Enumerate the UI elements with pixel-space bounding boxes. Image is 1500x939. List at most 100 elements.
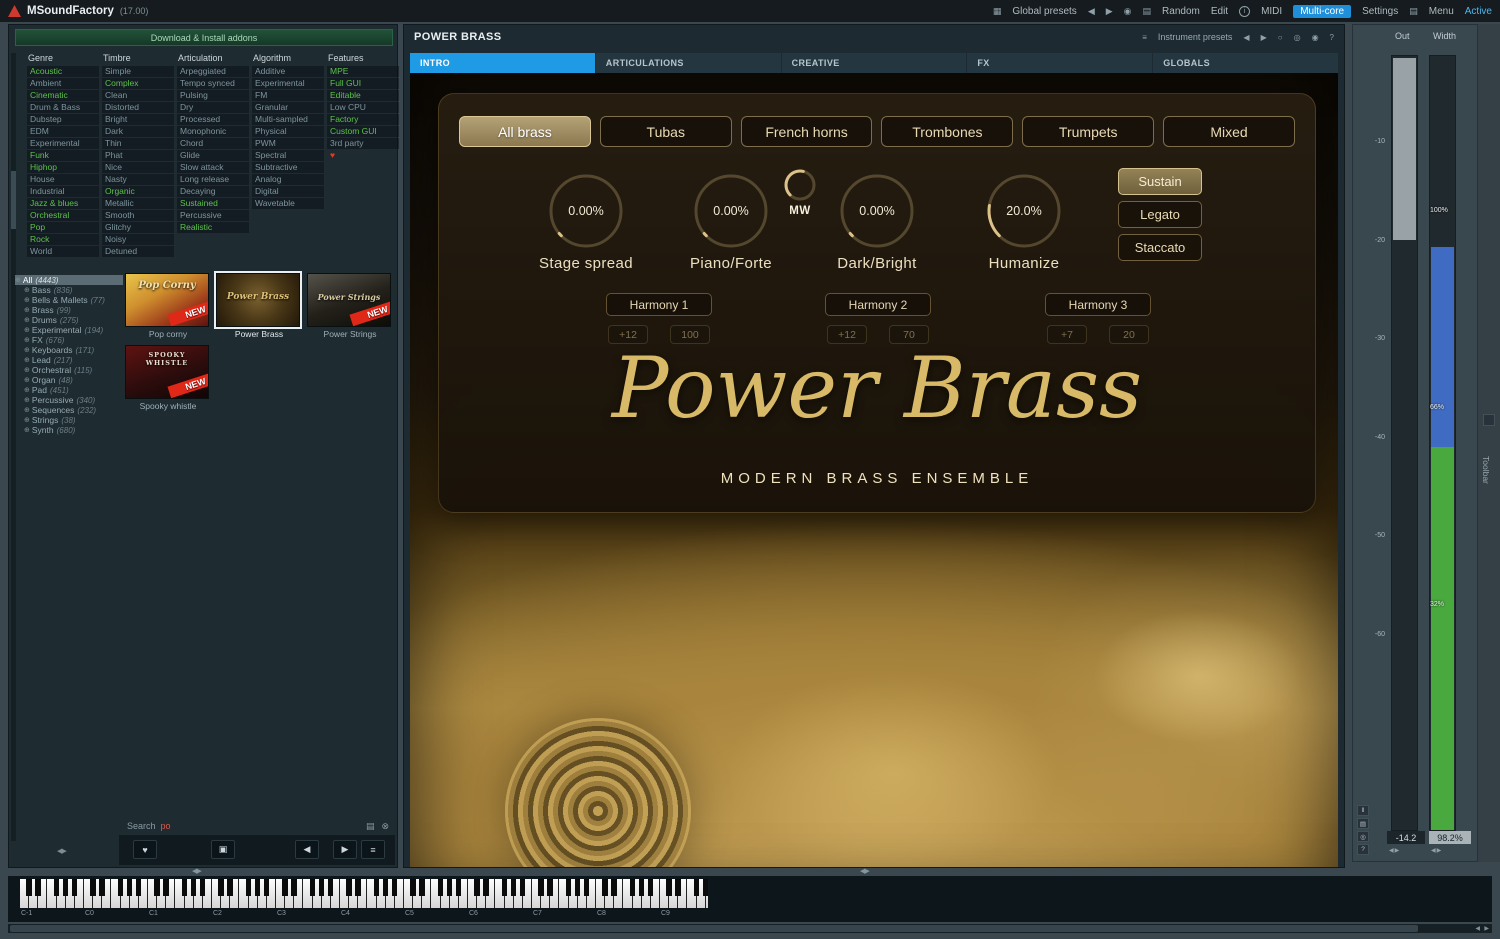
tubas-button[interactable]: Tubas — [600, 116, 732, 147]
width-meter-range-arrows[interactable]: ◀▶ — [1431, 847, 1442, 854]
tag-slow-attack[interactable]: Slow attack — [177, 162, 249, 173]
tag-world[interactable]: World — [27, 246, 99, 257]
show-images-button[interactable]: ▣ — [211, 840, 235, 859]
tab-articulations[interactable]: ARTICULATIONS — [596, 53, 781, 73]
tag-chord[interactable]: Chord — [177, 138, 249, 149]
piano-key-black[interactable] — [310, 879, 316, 896]
tree-item-lead[interactable]: ⊕Lead(217) — [15, 355, 123, 365]
out-meter[interactable] — [1391, 55, 1418, 831]
tree-item-orchestral[interactable]: ⊕Orchestral(115) — [15, 365, 123, 375]
all-brass-button[interactable]: All brass — [459, 116, 591, 147]
piano-key-black[interactable] — [666, 879, 672, 896]
piano-key-black[interactable] — [630, 879, 636, 896]
piano-key-black[interactable] — [538, 879, 544, 896]
tag-drum-bass[interactable]: Drum & Bass — [27, 102, 99, 113]
tag-noisy[interactable]: Noisy — [102, 234, 174, 245]
piano-key-black[interactable] — [410, 879, 416, 896]
meter-pause-button[interactable]: ‖ — [1357, 805, 1369, 816]
settings-button[interactable]: Settings — [1362, 6, 1398, 17]
tag-clean[interactable]: Clean — [102, 90, 174, 101]
multicore-button[interactable]: Multi-core — [1293, 5, 1351, 18]
tag-custom-gui[interactable]: Custom GUI — [327, 126, 399, 137]
tag-additive[interactable]: Additive — [252, 66, 324, 77]
sustain-button[interactable]: Sustain — [1118, 168, 1202, 195]
piano-key-black[interactable] — [200, 879, 206, 896]
tag-low-cpu[interactable]: Low CPU — [327, 102, 399, 113]
piano-key-black[interactable] — [456, 879, 462, 896]
tag-sustained[interactable]: Sustained — [177, 198, 249, 209]
tree-resize-handle[interactable]: ◀▶ — [57, 847, 66, 855]
piano-key-black[interactable] — [566, 879, 572, 896]
horizontal-scrollbar-handle[interactable] — [10, 925, 1418, 932]
midi-button[interactable]: MIDI — [1261, 6, 1282, 17]
next-global-preset-icon[interactable]: ▶ — [1106, 6, 1113, 17]
tree-item-brass[interactable]: ⊕Brass(99) — [15, 305, 123, 315]
tag-thin[interactable]: Thin — [102, 138, 174, 149]
tag-factory[interactable]: Factory — [327, 114, 399, 125]
tag-pop[interactable]: Pop — [27, 222, 99, 233]
mod-wheel-knob[interactable]: MW — [770, 168, 830, 217]
width-meter[interactable] — [1429, 55, 1456, 831]
piano-key-black[interactable] — [319, 879, 325, 896]
tag-processed[interactable]: Processed — [177, 114, 249, 125]
search-clear-icon[interactable]: ⊗ — [381, 821, 389, 832]
tag-dubstep[interactable]: Dubstep — [27, 114, 99, 125]
tag-cinematic[interactable]: Cinematic — [27, 90, 99, 101]
melda-logo-icon[interactable] — [8, 5, 21, 17]
tag-distorted[interactable]: Distorted — [102, 102, 174, 113]
tab-globals[interactable]: GLOBALS — [1153, 53, 1338, 73]
knob-humanize[interactable]: 20.0%Humanize — [954, 173, 1094, 272]
tag-granular[interactable]: Granular — [252, 102, 324, 113]
piano-key-black[interactable] — [675, 879, 681, 896]
piano-key-black[interactable] — [584, 879, 590, 896]
favorite-button[interactable]: ♥ — [133, 840, 157, 859]
instrument-presets-button[interactable]: Instrument presets — [1158, 32, 1233, 42]
tag-pulsing[interactable]: Pulsing — [177, 90, 249, 101]
tag-tempo-synced[interactable]: Tempo synced — [177, 78, 249, 89]
tag-edm[interactable]: EDM — [27, 126, 99, 137]
tree-item-sequences[interactable]: ⊕Sequences(232) — [15, 405, 123, 415]
tag-realistic[interactable]: Realistic — [177, 222, 249, 233]
scroll-right-icon[interactable]: ▶ — [1484, 925, 1489, 932]
piano-key-black[interactable] — [474, 879, 480, 896]
piano-key-black[interactable] — [227, 879, 233, 896]
tab-creative[interactable]: CREATIVE — [782, 53, 967, 73]
piano-key-black[interactable] — [575, 879, 581, 896]
record-icon[interactable]: ◉ — [1124, 6, 1132, 17]
tag-rock[interactable]: Rock — [27, 234, 99, 245]
piano-key-black[interactable] — [163, 879, 169, 896]
tag-multi-sampled[interactable]: Multi-sampled — [252, 114, 324, 125]
piano-key-black[interactable] — [90, 879, 96, 896]
keyboard-icon[interactable]: ▤ — [1409, 6, 1418, 17]
preset-thumbnail-power-strings[interactable]: Power StringsNEWPower Strings — [307, 273, 393, 339]
tag-fm[interactable]: FM — [252, 90, 324, 101]
piano-key-black[interactable] — [355, 879, 361, 896]
tag-decaying[interactable]: Decaying — [177, 186, 249, 197]
tag-wavetable[interactable]: Wavetable — [252, 198, 324, 209]
next-result-button[interactable]: ▶ — [333, 840, 357, 859]
tag-3rd-party[interactable]: 3rd party — [327, 138, 399, 149]
global-presets-button[interactable]: Global presets — [1012, 6, 1076, 17]
knob-stage-spread[interactable]: 0.00%Stage spread — [516, 173, 656, 272]
edit-button[interactable]: Edit — [1211, 6, 1228, 17]
browser-menu-button[interactable]: ≡ — [361, 840, 385, 859]
piano-key-black[interactable] — [611, 879, 617, 896]
tree-item-organ[interactable]: ⊕Organ(48) — [15, 375, 123, 385]
tag-nice[interactable]: Nice — [102, 162, 174, 173]
search-input[interactable]: po — [161, 821, 171, 831]
tag-orchestral[interactable]: Orchestral — [27, 210, 99, 221]
harmony-2-button[interactable]: Harmony 2 — [825, 293, 931, 316]
piano-key-black[interactable] — [447, 879, 453, 896]
tag-metallic[interactable]: Metallic — [102, 198, 174, 209]
piano-key-black[interactable] — [136, 879, 142, 896]
main-panel-resize-handle[interactable]: ◀▶ — [860, 867, 869, 875]
tree-item-pad[interactable]: ⊕Pad(451) — [15, 385, 123, 395]
tree-item-experimental[interactable]: ⊕Experimental(194) — [15, 325, 123, 335]
piano-key-black[interactable] — [26, 879, 32, 896]
tree-item-drums[interactable]: ⊕Drums(275) — [15, 315, 123, 325]
morph-icon[interactable]: ○ — [1278, 33, 1283, 42]
piano-key-black[interactable] — [502, 879, 508, 896]
tag-dry[interactable]: Dry — [177, 102, 249, 113]
tag-editable[interactable]: Editable — [327, 90, 399, 101]
tag-experimental[interactable]: Experimental — [27, 138, 99, 149]
